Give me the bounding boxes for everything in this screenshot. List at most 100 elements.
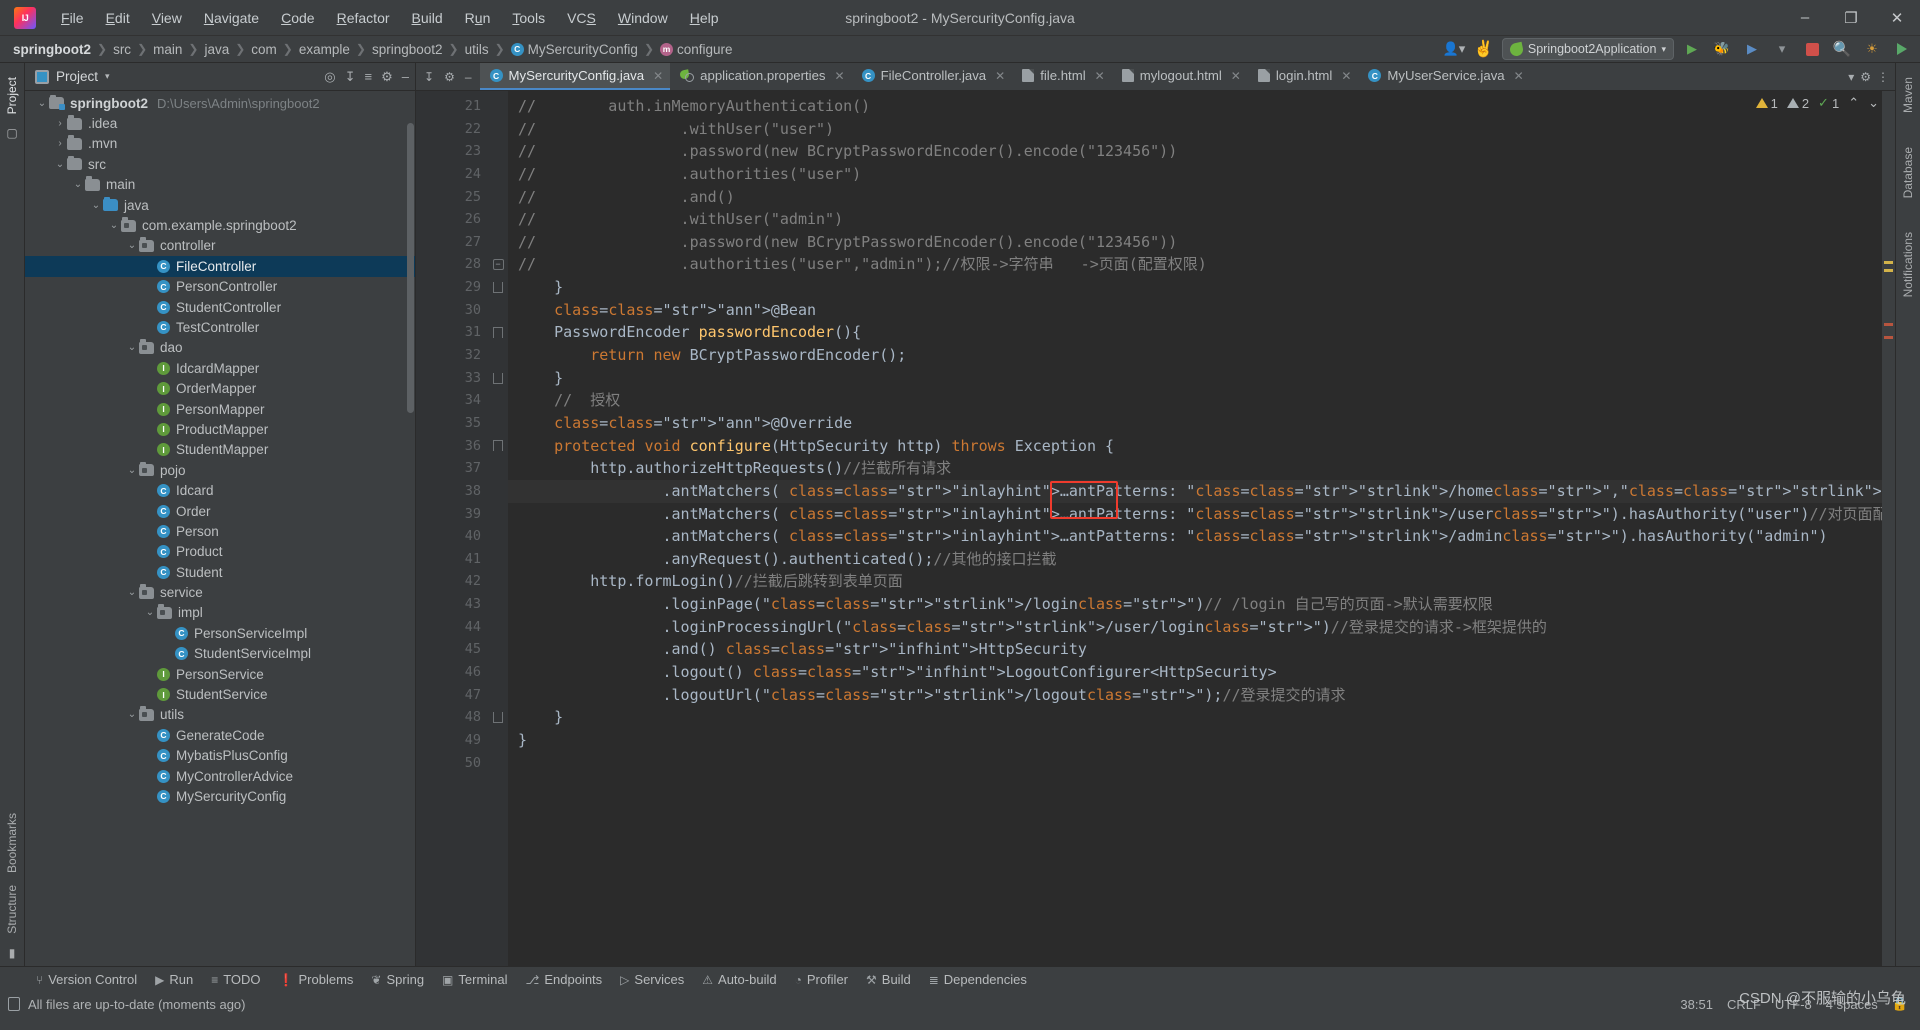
fold-marker-line-47[interactable] <box>488 684 508 707</box>
sidebar-item-bookmarks[interactable]: Bookmarks <box>1 807 23 879</box>
tree-node-studentcontroller[interactable]: C StudentController <box>25 297 415 317</box>
fold-marker-line-49[interactable] <box>488 729 508 752</box>
tree-node-product[interactable]: C Product <box>25 542 415 562</box>
fold-marker-line-39[interactable] <box>488 503 508 526</box>
bottom-tool-services[interactable]: ▷ Services <box>612 969 692 990</box>
close-icon[interactable]: ✕ <box>1514 69 1524 83</box>
code-line-40[interactable]: .antMatchers( class=class="str">"inlayhi… <box>508 525 1882 548</box>
menu-file[interactable]: File <box>50 6 95 30</box>
code-line-35[interactable]: class=class="str">"ann">@Override <box>508 412 1882 435</box>
editor-tab-mysercurityconfig-java[interactable]: C MySercurityConfig.java ✕ <box>479 63 671 90</box>
fold-marker-line-36[interactable] <box>488 435 508 458</box>
close-icon[interactable]: ✕ <box>653 69 663 83</box>
tree-node-pojo[interactable]: ⌄ pojo <box>25 460 415 480</box>
code-line-43[interactable]: .loginPage("class=class="str">"strlink">… <box>508 593 1882 616</box>
gutter-line-32[interactable]: 32 <box>416 344 488 367</box>
tree-node-person[interactable]: C Person <box>25 521 415 541</box>
editor-tab-mylogout-html[interactable]: mylogout.html ✕ <box>1112 63 1248 90</box>
stop-button[interactable] <box>1800 38 1824 60</box>
gutter-line-34[interactable]: 34 <box>416 389 488 412</box>
bottom-tool-endpoints[interactable]: ⎇ Endpoints <box>518 969 611 990</box>
gutter-line-23[interactable]: 23 <box>416 140 488 163</box>
menu-tools[interactable]: Tools <box>501 6 556 30</box>
code-line-30[interactable]: class=class="str">"ann">@Bean <box>508 299 1882 322</box>
tree-node-idcard[interactable]: C Idcard <box>25 480 415 500</box>
gutter-line-31[interactable]: 31 <box>416 321 488 344</box>
gutter-line-38[interactable]: 38 <box>416 480 488 503</box>
more-run-icon[interactable]: ▾ <box>1770 38 1794 60</box>
fold-marker-line-26[interactable] <box>488 208 508 231</box>
menu-view[interactable]: View <box>141 6 193 30</box>
gutter-line-42[interactable]: 42 <box>416 570 488 593</box>
fold-marker-line-21[interactable] <box>488 95 508 118</box>
tree-expand-arrow[interactable]: ⌄ <box>125 465 139 476</box>
tree-expand-arrow[interactable]: ⌄ <box>53 159 67 170</box>
fold-marker-line-27[interactable] <box>488 231 508 254</box>
close-icon[interactable]: ✕ <box>835 69 845 83</box>
gutter-line-41[interactable]: 41 <box>416 548 488 571</box>
tree-expand-arrow[interactable]: › <box>53 138 67 149</box>
weak-warning-count[interactable]: 2 <box>1786 96 1809 111</box>
tree-node-java[interactable]: ⌄ java <box>25 195 415 215</box>
code-line-37[interactable]: http.authorizeHttpRequests()//拦截所有请求 <box>508 457 1882 480</box>
breadcrumb[interactable]: springboot2 ❯ src ❯ main ❯ java ❯ com ❯ … <box>10 41 736 58</box>
tree-node-order[interactable]: C Order <box>25 501 415 521</box>
bottom-tool-terminal[interactable]: ▣ Terminal <box>434 969 515 990</box>
tree-expand-arrow[interactable]: ⌄ <box>35 98 49 109</box>
tree-node-mysercurityconfig[interactable]: C MySercurityConfig <box>25 786 415 806</box>
minimize-button[interactable]: – <box>1782 0 1828 35</box>
tree-node--mvn[interactable]: › .mvn <box>25 134 415 154</box>
tree-expand-arrow[interactable]: ⌄ <box>89 200 103 211</box>
fold-marker-line-40[interactable] <box>488 525 508 548</box>
bottom-tool-dependencies[interactable]: ≣ Dependencies <box>921 969 1035 990</box>
code-line-24[interactable]: // .authorities("user") <box>508 163 1882 186</box>
gutter-line-28[interactable]: 28 <box>416 253 488 276</box>
tree-node-productmapper[interactable]: I ProductMapper <box>25 419 415 439</box>
fold-marker-line-25[interactable] <box>488 186 508 209</box>
gutter-line-30[interactable]: 30❄● <box>416 299 508 322</box>
fold-marker-line-28[interactable]: − <box>488 253 508 276</box>
code-line-26[interactable]: // .withUser("admin") <box>508 208 1882 231</box>
fold-marker-line-46[interactable] <box>488 661 508 684</box>
tree-node-mybatisplusconfig[interactable]: C MybatisPlusConfig <box>25 746 415 766</box>
menu-vcs[interactable]: VCS <box>556 6 607 30</box>
code-line-34[interactable]: // 授权 <box>508 389 1882 412</box>
code-line-23[interactable]: // .password(new BCryptPasswordEncoder()… <box>508 140 1882 163</box>
fold-marker-line-30[interactable] <box>488 299 508 322</box>
tree-node-personserviceimpl[interactable]: C PersonServiceImpl <box>25 623 415 643</box>
close-icon[interactable]: ✕ <box>1341 69 1351 83</box>
code-line-45[interactable]: .and() class=class="str">"infhint">HttpS… <box>508 638 1882 661</box>
menu-run[interactable]: Run <box>454 6 502 30</box>
fold-marker-line-22[interactable] <box>488 118 508 141</box>
menu-help[interactable]: Help <box>679 6 730 30</box>
tree-node-com-example-springboot2[interactable]: ⌄ com.example.springboot2 <box>25 215 415 235</box>
fold-marker-line-23[interactable] <box>488 140 508 163</box>
gutter-line-48[interactable]: 48 <box>416 706 488 729</box>
tree-node-dao[interactable]: ⌄ dao <box>25 338 415 358</box>
gutter-line-29[interactable]: 29 <box>416 276 488 299</box>
close-icon[interactable]: ✕ <box>1095 69 1105 83</box>
tree-node--idea[interactable]: › .idea <box>25 113 415 133</box>
fold-marker-line-29[interactable] <box>488 276 508 299</box>
code-line-50[interactable] <box>508 752 1882 775</box>
coverage-icon[interactable]: ▶ <box>1740 38 1764 60</box>
code-line-46[interactable]: .logout() class=class="str">"infhint">Lo… <box>508 661 1882 684</box>
fold-marker-line-44[interactable] <box>488 616 508 639</box>
code-line-44[interactable]: .loginProcessingUrl("class=class="str">"… <box>508 616 1882 639</box>
maximize-button[interactable]: ❐ <box>1828 0 1874 35</box>
fold-start-icon[interactable] <box>493 440 503 452</box>
bottom-tool-build[interactable]: ⚒ Build <box>858 969 919 990</box>
tree-expand-arrow[interactable]: ⌄ <box>125 709 139 720</box>
tree-node-studentservice[interactable]: I StudentService <box>25 684 415 704</box>
window-controls[interactable]: – ❐ ✕ <box>1782 0 1920 35</box>
breadcrumb-item-5[interactable]: example <box>296 41 353 58</box>
recent-files-icon[interactable]: ↧ <box>424 70 434 84</box>
bottom-tool-profiler[interactable]: ◔ Profiler <box>787 969 856 990</box>
fold-start-icon[interactable] <box>493 327 503 339</box>
collapse-all-icon[interactable]: ↧ <box>345 69 356 85</box>
gutter-line-36[interactable]: 36◉↑@ <box>416 435 511 458</box>
sidebar-item-database[interactable]: Database <box>1897 141 1919 204</box>
fold-marker-line-48[interactable] <box>488 706 508 729</box>
tree-node-studentserviceimpl[interactable]: C StudentServiceImpl <box>25 644 415 664</box>
bottom-tool-todo[interactable]: ≡ TODO <box>203 969 268 990</box>
